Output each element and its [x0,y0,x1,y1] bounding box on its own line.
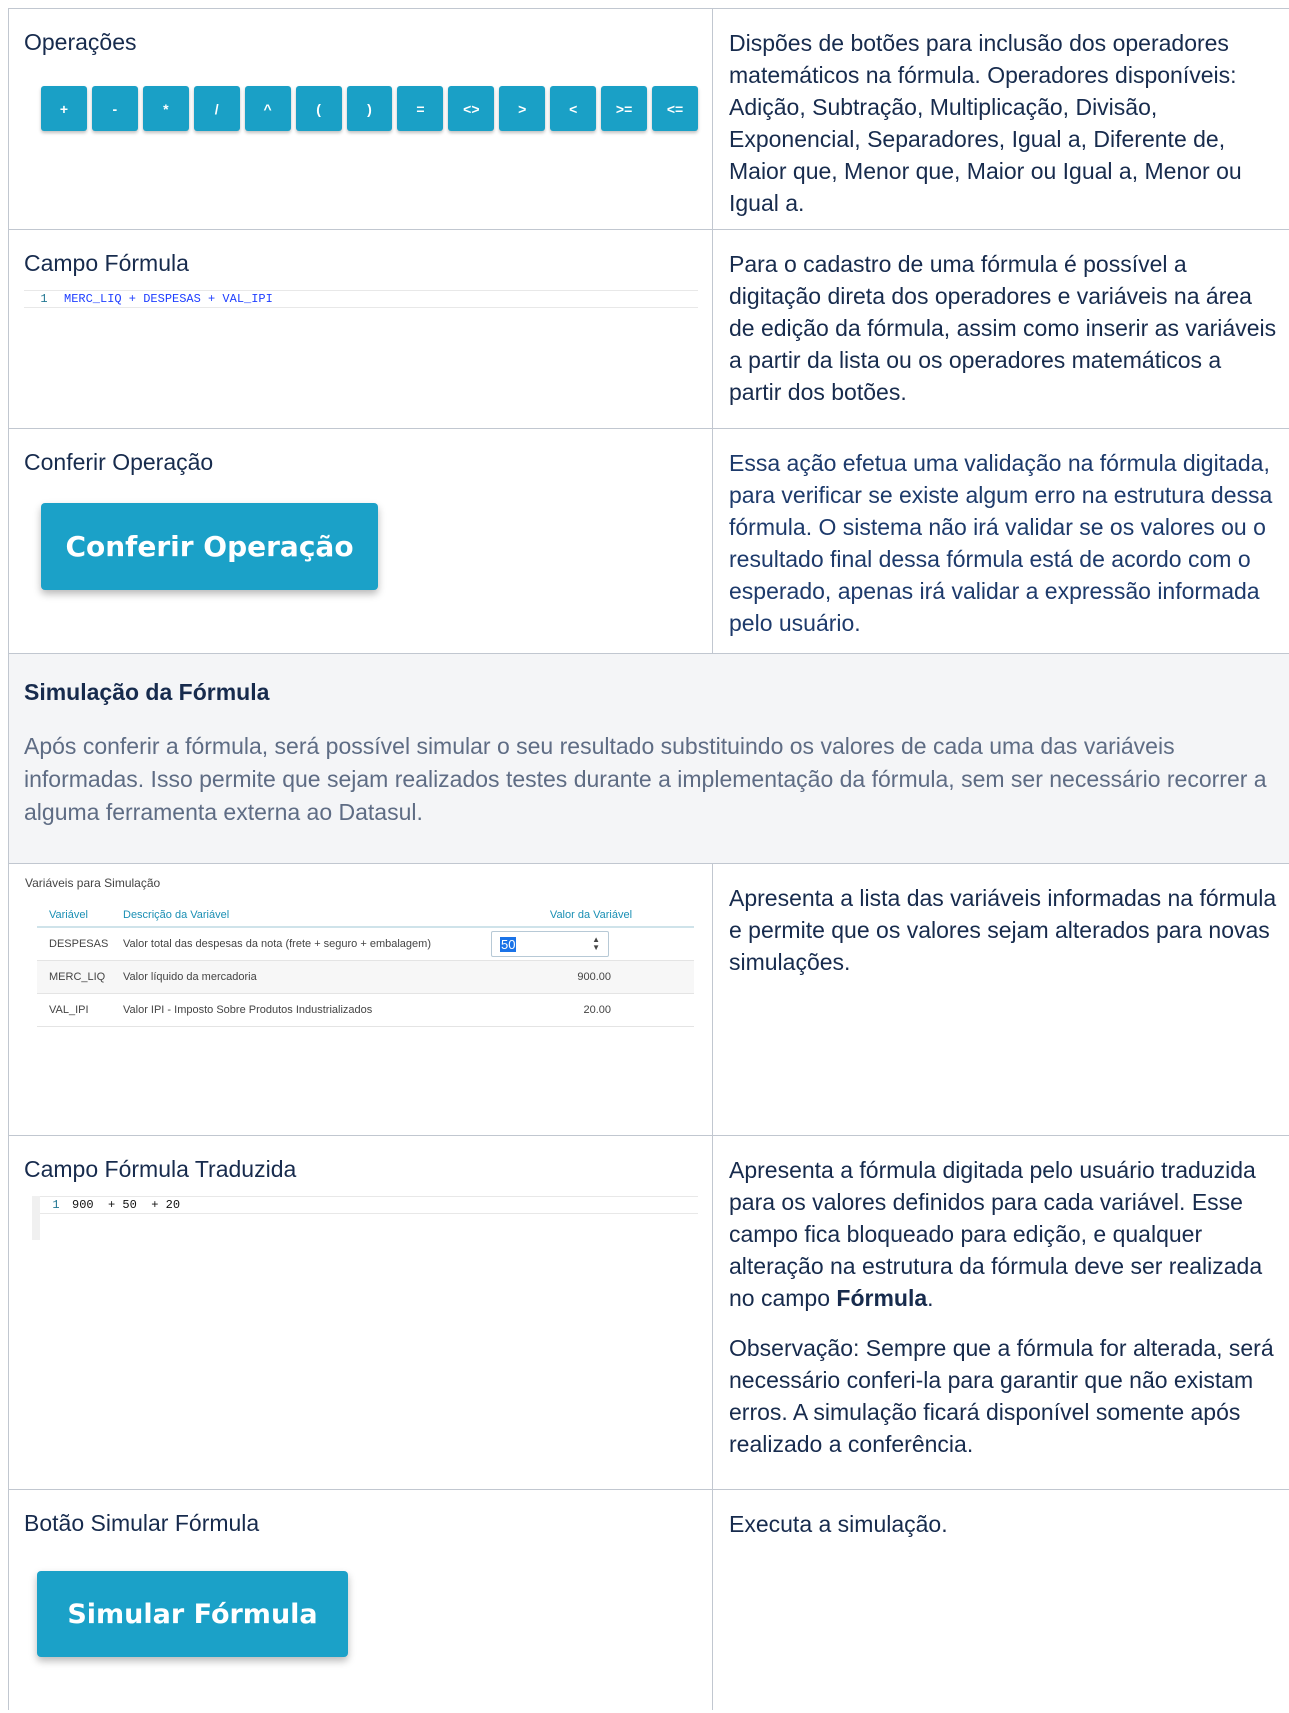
simular-label: Botão Simular Fórmula [24,1510,260,1536]
formula-code: MERC_LIQ + DESPESAS + VAL_IPI [64,292,273,306]
campo-formula-description: Para o cadastro de uma fórmula é possíve… [729,251,1277,405]
op-not-equal-button[interactable]: <> [448,86,495,131]
op-divide-button[interactable]: / [193,86,240,131]
op-add-button[interactable]: + [41,86,87,131]
simular-formula-button[interactable]: Simular Fórmula [37,1571,348,1657]
op-less-button[interactable]: < [550,86,597,131]
traduzida-label: Campo Fórmula Traduzida [24,1156,297,1182]
variable-description: Valor líquido da mercadoria [123,971,257,983]
operator-buttons: + - * / ^ ( ) = <> > < >= <= [41,86,698,131]
variaveis-table: Variável Descrição da Variável Valor da … [37,904,694,1027]
op-greater-equal-button[interactable]: >= [601,86,648,131]
row-simulacao: Simulação da Fórmula Após conferir a fór… [8,654,1289,864]
simulacao-heading: Simulação da Fórmula [24,679,270,705]
operacoes-label: Operações [24,29,137,55]
header-descricao: Descrição da Variável [123,909,230,921]
variable-description: Valor total das despesas da nota (frete … [123,938,431,950]
conferir-operacao-button[interactable]: Conferir Operação [41,503,378,590]
variable-description: Valor IPI - Imposto Sobre Produtos Indus… [123,1004,373,1016]
doc-table: Operações + - * / ^ ( ) = <> > < >= <= D… [8,8,1289,1710]
op-close-paren-button[interactable]: ) [346,86,393,131]
row-traduzida: Campo Fórmula Traduzida 1 900 + 50 + 20 … [8,1136,1289,1490]
variable-name: VAL_IPI [49,1004,89,1016]
translated-formula-editor: 1 900 + 50 + 20 [24,1196,698,1240]
variaveis-table-header: Variável Descrição da Variável Valor da … [37,904,694,928]
operacoes-description: Dispões de botões para inclusão dos oper… [729,30,1242,216]
traduzida-observacao: Observação: Sempre que a fórmula for alt… [729,1335,1274,1457]
simular-description: Executa a simulação. [729,1511,948,1537]
op-equal-button[interactable]: = [397,86,444,131]
simulacao-text: Após conferir a fórmula, será possível s… [24,733,1267,825]
table-row: DESPESAS Valor total das despesas da not… [37,928,694,961]
traduzida-description: Apresenta a fórmula digitada pelo usuári… [729,1157,1263,1311]
campo-formula-label: Campo Fórmula [24,250,189,276]
op-power-button[interactable]: ^ [244,86,291,131]
variable-name: MERC_LIQ [49,971,106,983]
table-row: MERC_LIQ Valor líquido da mercadoria 900… [37,961,694,994]
formula-field-ref: Fórmula [836,1285,928,1311]
formula-editor[interactable]: 1 MERC_LIQ + DESPESAS + VAL_IPI [24,290,698,308]
conferir-description: Essa ação efetua uma validação na fórmul… [729,450,1273,636]
op-subtract-button[interactable]: - [91,86,138,131]
variaveis-title: Variáveis para Simulação [25,876,161,890]
op-multiply-button[interactable]: * [142,86,189,131]
conferir-label: Conferir Operação [24,449,214,475]
row-variaveis: Variáveis para Simulação Variável Descri… [8,864,1289,1136]
value-input[interactable]: 50 [500,936,517,952]
op-less-equal-button[interactable]: <= [652,86,698,131]
variable-value[interactable]: 20.00 [491,1004,611,1016]
variable-name: DESPESAS [49,938,109,950]
row-conferir: Conferir Operação Conferir Operação Essa… [8,429,1289,654]
op-greater-button[interactable]: > [499,86,546,131]
value-stepper[interactable]: 50 ▲ ▼ [491,931,609,957]
table-row: VAL_IPI Valor IPI - Imposto Sobre Produt… [37,994,694,1027]
header-valor: Valor da Variável [549,909,633,921]
line-number: 1 [40,292,48,306]
header-variavel: Variável [49,909,88,921]
variable-value[interactable]: 900.00 [491,971,611,983]
row-campo-formula: Campo Fórmula 1 MERC_LIQ + DESPESAS + VA… [8,230,1289,429]
row-operacoes: Operações + - * / ^ ( ) = <> > < >= <= D… [8,9,1289,230]
translated-code: 900 + 50 + 20 [72,1198,181,1212]
row-simular: Botão Simular Fórmula Simular Fórmula Ex… [8,1490,1289,1710]
variaveis-description: Apresenta a lista das variáveis informad… [729,885,1277,975]
stepper-arrows-icon[interactable]: ▲ ▼ [592,936,600,952]
op-open-paren-button[interactable]: ( [295,86,342,131]
line-number: 1 [52,1198,60,1212]
